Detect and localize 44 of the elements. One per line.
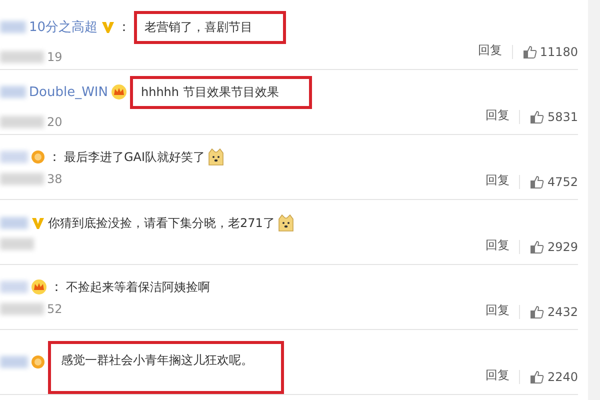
like-count: 2929	[547, 240, 578, 254]
colon: ：	[118, 19, 131, 36]
thumbs-up-icon[interactable]	[530, 175, 544, 189]
thumbs-up-icon[interactable]	[522, 45, 537, 59]
post-time: 38	[47, 172, 62, 186]
blurred-avatar-name	[0, 356, 28, 368]
like-count: 11180	[540, 45, 578, 59]
like-count: 5831	[547, 110, 578, 124]
thumbs-up-icon[interactable]	[530, 370, 544, 384]
blurred-avatar-name	[0, 151, 28, 163]
highlighted-comment-text: 感觉一群社会小青年搁这儿狂欢呢。	[48, 340, 284, 394]
user-name[interactable]: Double_WIN	[29, 84, 108, 100]
blurred-date	[0, 303, 44, 315]
post-time: 52	[47, 302, 62, 316]
blurred-avatar-name	[0, 86, 26, 98]
reply-link[interactable]: 回复	[485, 172, 510, 189]
thumbs-up-icon[interactable]	[530, 240, 544, 254]
highlighted-comment-text: hhhhh 节目效果节目效果	[130, 76, 312, 108]
reply-link[interactable]: 回复	[485, 107, 510, 124]
blurred-date	[0, 50, 44, 62]
highlighted-comment-text: 老营销了，喜剧节目	[134, 10, 286, 44]
comment-text: 不捡起来等着保洁阿姨捡啊	[66, 278, 210, 296]
comment-text: 最后李进了GAI队就好笑了	[64, 148, 226, 166]
blurred-avatar-name	[0, 281, 28, 293]
thumbs-up-icon[interactable]	[530, 305, 544, 319]
blurred-date	[0, 238, 34, 250]
reply-link[interactable]: 回复	[485, 237, 510, 254]
reply-link[interactable]: 回复	[478, 42, 502, 59]
like-count: 2240	[547, 370, 578, 384]
reply-link[interactable]: 回复	[485, 367, 510, 384]
colon: ：	[50, 279, 63, 296]
like-count: 4752	[547, 175, 578, 189]
comment-text: 你猜到底捡没捡，请看下集分晓，老271了	[48, 214, 295, 232]
colon: ：	[48, 149, 61, 166]
blurred-avatar-name	[0, 21, 26, 33]
like-count: 2432	[547, 305, 578, 319]
user-name[interactable]: 10分之高超	[29, 18, 98, 36]
blurred-avatar-name	[0, 217, 28, 229]
post-time: 20	[47, 114, 62, 128]
blurred-date	[0, 173, 44, 185]
blurred-date	[0, 116, 44, 128]
thumbs-up-icon[interactable]	[530, 110, 544, 124]
post-time: 19	[47, 50, 62, 64]
reply-link[interactable]: 回复	[485, 302, 510, 319]
